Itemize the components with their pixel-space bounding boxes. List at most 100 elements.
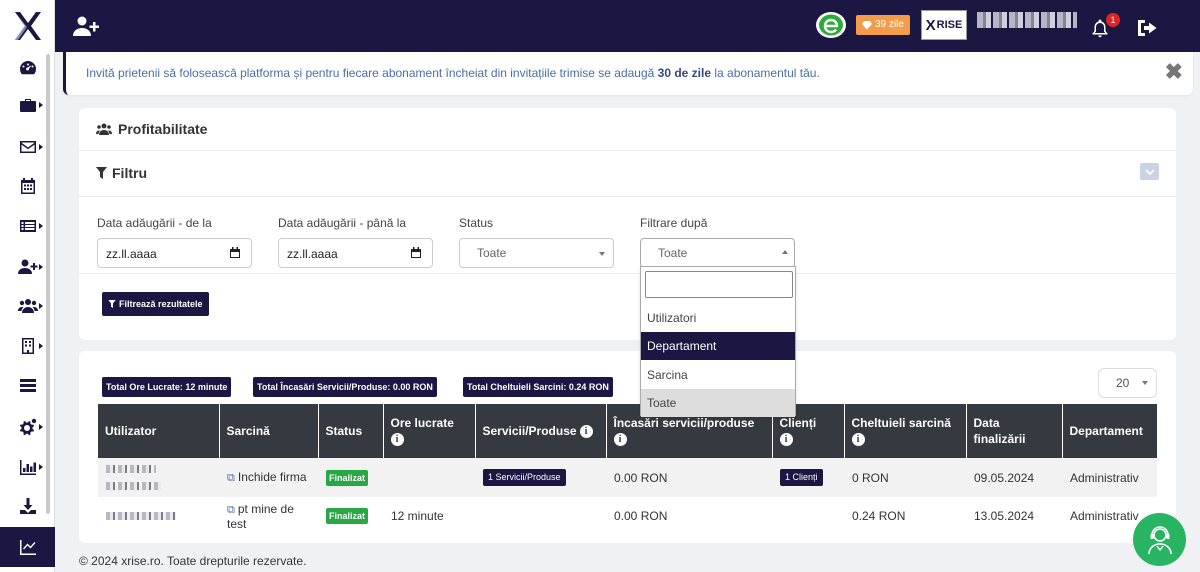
total-expenses-badge: Total Cheltuieli Sarcini: 0.24 RON [463, 377, 613, 397]
info-icon[interactable]: i [390, 433, 404, 447]
col-header-task[interactable]: Sarcină [219, 404, 319, 458]
filter-section-title: Filtru [96, 165, 147, 181]
sidebar-item-reports-table[interactable] [0, 367, 55, 405]
col-header-date[interactable]: Data finalizării [966, 404, 1063, 458]
list-icon [19, 220, 36, 232]
caret-down-icon [1142, 381, 1148, 385]
date-to-input[interactable]: zz.ll.aaaa [278, 238, 433, 268]
gears-icon [19, 418, 36, 436]
page-size-value: 20 [1116, 376, 1130, 390]
cell-expenses: 0 RON [844, 458, 966, 497]
info-icon[interactable]: i [579, 425, 593, 439]
cell-task: ⧉ pt mine de test [219, 497, 318, 535]
envelope-icon [19, 141, 36, 153]
status-select-value: Toate [477, 246, 507, 260]
sidebar-item-settings[interactable] [0, 408, 55, 446]
cell-department: Administrativ [1062, 458, 1157, 497]
filter-icon [96, 167, 107, 179]
dropdown-option-departament[interactable]: Departament [641, 332, 795, 360]
cell-user [98, 497, 219, 535]
sidebar-item-company[interactable] [0, 327, 55, 365]
top-navbar: 39 zile X RISE 1 [55, 0, 1200, 52]
dropdown-option-toate[interactable]: Toate [641, 389, 795, 417]
services-badge[interactable]: 1 Servicii/Produse [483, 469, 566, 486]
support-agent-icon [1147, 525, 1172, 554]
brand-text: RISE [936, 19, 963, 31]
cell-date: 13.05.2024 [966, 497, 1062, 535]
sidebar-item-dashboard[interactable] [0, 49, 55, 87]
cell-expenses: 0.24 RON [844, 497, 966, 535]
dashboard-icon [19, 61, 36, 75]
sidebar-item-projects[interactable] [0, 86, 55, 124]
cell-status: Finalizat [318, 458, 383, 497]
divider [79, 150, 1176, 151]
col-header-text: Status [325, 424, 363, 438]
external-link-icon[interactable]: ⧉ [227, 504, 235, 516]
caret-right-icon [39, 223, 43, 229]
app-logo[interactable] [0, 0, 55, 52]
subscription-days-badge[interactable]: 39 zile [856, 15, 910, 35]
date-to-label: Data adăugării - până la [278, 216, 407, 230]
date-to-value: zz.ll.aaaa [287, 247, 338, 261]
days-left-text: 39 zile [875, 19, 904, 30]
e-logo-icon[interactable] [815, 11, 847, 39]
col-header-user[interactable]: Utilizator [98, 404, 220, 458]
cell-date: 09.05.2024 [966, 458, 1062, 497]
support-chat-button[interactable] [1133, 513, 1186, 566]
col-header-expenses[interactable]: Cheltuieli sarcină i [844, 404, 967, 458]
clients-badge[interactable]: 1 Clienți [780, 469, 823, 486]
col-header-text: Clienți [779, 416, 817, 430]
info-icon[interactable]: i [851, 433, 865, 447]
col-header-hours[interactable]: Ore lucrate i [383, 404, 476, 458]
col-header-status[interactable]: Status [318, 404, 384, 458]
apply-filter-button[interactable]: Filtrează rezultatele [102, 292, 209, 316]
sidebar-item-statistics[interactable] [0, 448, 55, 486]
col-header-text: Sarcină [226, 424, 270, 438]
info-icon[interactable]: i [779, 433, 793, 447]
divider [79, 273, 1176, 274]
caret-right-icon [39, 264, 43, 270]
col-header-text: Departament [1069, 424, 1143, 438]
status-badge: Finalizat [326, 508, 369, 524]
sidebar-item-add-user[interactable] [0, 248, 55, 286]
add-user-button[interactable] [73, 15, 99, 37]
sidebar [0, 0, 55, 572]
filter-title-text: Filtru [112, 165, 147, 181]
company-logo[interactable]: X RISE [921, 10, 967, 40]
dropdown-search-input[interactable] [645, 271, 793, 298]
dropdown-option-utilizatori[interactable]: Utilizatori [641, 304, 795, 332]
col-header-text: Servicii/Produse [482, 424, 577, 438]
status-select[interactable]: Toate [459, 238, 614, 268]
task-name[interactable]: Inchide firma [238, 470, 307, 484]
user-name-blurred[interactable] [977, 12, 1077, 28]
col-header-services[interactable]: Servicii/Produse i [475, 404, 607, 458]
cell-status: Finalizat [318, 497, 383, 535]
sidebar-item-messages[interactable] [0, 128, 55, 166]
caret-right-icon [39, 424, 43, 430]
xrise-logo-icon [14, 12, 41, 40]
col-header-department[interactable]: Departament [1062, 404, 1157, 458]
close-banner-icon[interactable]: ✖ [1165, 61, 1183, 83]
sidebar-item-profitability[interactable] [0, 527, 55, 567]
invite-banner-text: Invită prietenii să folosească platforma… [86, 66, 820, 80]
task-name[interactable]: pt mine de test [227, 502, 294, 531]
cell-services: 1 Servicii/Produse [475, 458, 606, 497]
collapse-filter-button[interactable] [1140, 163, 1159, 180]
sidebar-item-calendar[interactable] [0, 167, 55, 205]
page-size-select[interactable]: 20 [1098, 368, 1157, 398]
date-from-input[interactable]: zz.ll.aaaa [97, 238, 252, 268]
calendar-icon[interactable] [229, 247, 241, 259]
sidebar-item-team[interactable] [0, 287, 55, 325]
filter-by-select[interactable]: Toate [640, 238, 795, 268]
calendar-icon[interactable] [410, 247, 422, 259]
profitability-card: Profitabilitate Filtru Data adăugării - … [79, 108, 1176, 340]
col-header-text: Data finalizării [973, 416, 1026, 446]
total-hours-badge: Total Ore Lucrate: 12 minute [102, 377, 232, 397]
sidebar-item-lists[interactable] [0, 207, 55, 245]
external-link-icon[interactable]: ⧉ [227, 472, 235, 484]
info-icon[interactable]: i [613, 433, 627, 447]
dropdown-option-sarcina[interactable]: Sarcina [641, 361, 795, 389]
date-from-label: Data adăugării - de la [97, 216, 212, 230]
logout-button[interactable] [1136, 18, 1158, 38]
sidebar-item-download[interactable] [0, 487, 55, 525]
